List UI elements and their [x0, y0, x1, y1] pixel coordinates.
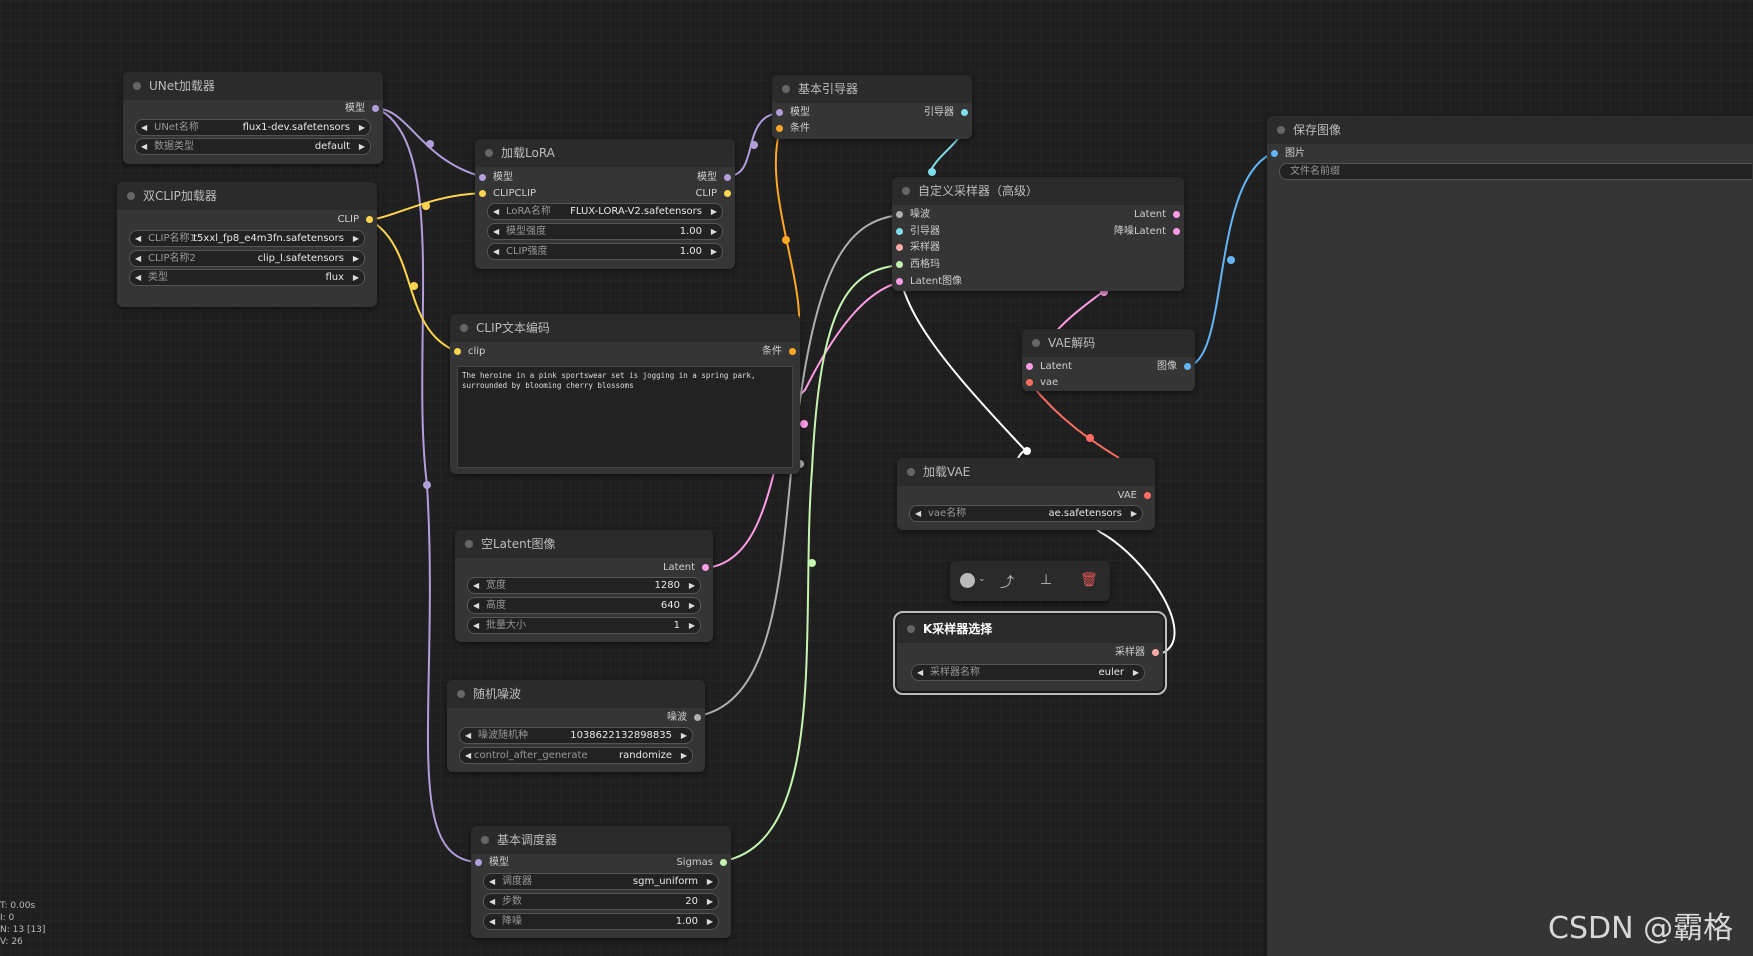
- widget-clip-type[interactable]: ◀ 类型 flux ▶: [129, 269, 365, 286]
- node-title[interactable]: 自定义采样器（高级）: [892, 177, 1184, 205]
- output-sigmas[interactable]: Sigmas: [676, 856, 727, 870]
- node-clip-text-encode[interactable]: CLIP文本编码 clip 条件 The heroine in a pink s…: [450, 314, 800, 474]
- collapse-dot-icon[interactable]: [485, 149, 493, 157]
- node-save-image[interactable]: 保存图像 图片 文件名前缀: [1267, 116, 1753, 956]
- node-load-lora[interactable]: 加载LoRA 模型 CLIPCLIP 模型 CLIP ◀ LoRA名称 FLUX-L…: [475, 139, 735, 269]
- input-guider[interactable]: 引导器: [896, 225, 940, 239]
- prompt-textarea[interactable]: The heroine in a pink sportswear set is …: [457, 366, 793, 468]
- collapse-dot-icon[interactable]: [782, 85, 790, 93]
- input-clip[interactable]: clip: [454, 345, 485, 359]
- output-image[interactable]: 图像: [1157, 360, 1191, 374]
- input-conditioning[interactable]: 条件: [776, 122, 810, 136]
- color-dot-icon[interactable]: [960, 573, 975, 588]
- input-model[interactable]: 模型: [479, 171, 513, 185]
- collapse-dot-icon[interactable]: [907, 468, 915, 476]
- node-title[interactable]: 加载VAE: [897, 458, 1155, 486]
- output-model[interactable]: 模型: [345, 102, 379, 116]
- stat-line: N: 13 [13]: [0, 925, 46, 935]
- input-sigmas[interactable]: 西格玛: [896, 258, 940, 272]
- output-model[interactable]: 模型: [697, 171, 731, 185]
- node-vae-decode[interactable]: VAE解码 Latent vae 图像: [1022, 329, 1195, 391]
- input-latent-image[interactable]: Latent图像: [896, 275, 962, 289]
- widget-steps[interactable]: ◀ 步数 20 ▶: [483, 893, 719, 910]
- collapse-dot-icon[interactable]: [1032, 339, 1040, 347]
- node-empty-latent-image[interactable]: 空Latent图像 Latent ◀ 宽度 1280 ▶ ◀ 高度 640 ▶ ◀ 批量大小 1…: [455, 530, 713, 642]
- input-model[interactable]: 模型: [475, 856, 509, 870]
- node-title[interactable]: 双CLIP加载器: [117, 182, 377, 210]
- widget-vae-name[interactable]: ◀ vae名称 ae.safetensors ▶: [909, 505, 1143, 522]
- collapse-dot-icon[interactable]: [1277, 126, 1285, 134]
- render-stats: T: 0.00s I: 0 N: 13 [13] V: 26: [0, 900, 45, 948]
- bypass-icon[interactable]: ⤴: [1000, 572, 1014, 592]
- widget-control-after-generate[interactable]: ◀ control_after_generate randomize ▶: [459, 747, 693, 764]
- output-clip[interactable]: CLIP: [695, 187, 731, 201]
- widget-noise-seed[interactable]: ◀ 噪波随机种 1038622132898835 ▶: [459, 727, 693, 744]
- output-sampler[interactable]: 采样器: [1115, 646, 1159, 660]
- input-latent[interactable]: Latent: [1026, 360, 1072, 374]
- collapse-dot-icon[interactable]: [902, 187, 910, 195]
- node-load-vae[interactable]: 加载VAE VAE ◀ vae名称 ae.safetensors ▶: [897, 458, 1155, 530]
- widget-dtype[interactable]: ◀ 数据类型 default ▶: [135, 138, 371, 155]
- node-dual-clip-loader[interactable]: 双CLIP加载器 CLIP ◀ CLIP名称1 t5xxl_fp8_e4m3fn.s…: [117, 182, 377, 307]
- collapse-dot-icon[interactable]: [460, 324, 468, 332]
- collapse-dot-icon[interactable]: [127, 192, 135, 200]
- node-title[interactable]: CLIP文本编码: [450, 314, 800, 342]
- node-basic-guider[interactable]: 基本引导器 模型 条件 引导器: [772, 75, 972, 139]
- node-title[interactable]: VAE解码: [1022, 329, 1195, 357]
- stat-line: I: 0: [0, 913, 15, 923]
- collapse-dot-icon[interactable]: [907, 625, 915, 633]
- node-title[interactable]: 保存图像: [1267, 116, 1753, 144]
- node-ksampler-select[interactable]: K采样器选择 采样器 ◀ 采样器名称 euler ▶: [893, 611, 1167, 695]
- widget-model-strength[interactable]: ◀ 模型强度 1.00 ▶: [487, 223, 723, 240]
- input-sampler[interactable]: 采样器: [896, 241, 940, 255]
- stat-line: V: 26: [0, 937, 23, 947]
- input-model[interactable]: 模型: [776, 106, 810, 120]
- node-title[interactable]: 空Latent图像: [455, 530, 713, 558]
- output-noise[interactable]: 噪波: [667, 711, 701, 725]
- node-unet-loader[interactable]: UNet加载器 模型 ◀ UNet名称 flux1-dev.safetensors ▶…: [123, 72, 383, 164]
- input-noise[interactable]: 噪波: [896, 208, 930, 222]
- stat-line: T: 0.00s: [0, 901, 36, 911]
- output-denoised-latent[interactable]: 降噪Latent: [1114, 225, 1180, 239]
- pin-icon[interactable]: ⊥: [1040, 572, 1052, 588]
- collapse-dot-icon[interactable]: [133, 82, 141, 90]
- output-clip[interactable]: CLIP: [337, 213, 373, 227]
- node-title[interactable]: K采样器选择: [897, 615, 1163, 643]
- input-vae[interactable]: vae: [1026, 376, 1058, 390]
- chevron-down-icon[interactable]: ⌄: [978, 574, 986, 584]
- widget-lora-name[interactable]: ◀ LoRA名称 FLUX-LORA-V2.safetensors ▶: [487, 203, 723, 220]
- node-title[interactable]: 加载LoRA: [475, 139, 735, 167]
- collapse-dot-icon[interactable]: [465, 540, 473, 548]
- node-title[interactable]: 基本调度器: [471, 826, 731, 854]
- output-guider[interactable]: 引导器: [924, 106, 968, 120]
- output-conditioning[interactable]: 条件: [762, 345, 796, 359]
- node-custom-sampler-advanced[interactable]: 自定义采样器（高级） 噪波 引导器 采样器 西格玛 Latent图像 Laten…: [892, 177, 1184, 291]
- widget-height[interactable]: ◀ 高度 640 ▶: [467, 597, 701, 614]
- node-title[interactable]: UNet加载器: [123, 72, 383, 100]
- output-latent[interactable]: Latent: [1134, 208, 1180, 222]
- node-random-noise[interactable]: 随机噪波 噪波 ◀ 噪波随机种 1038622132898835 ▶ ◀ control…: [447, 680, 705, 772]
- input-clip[interactable]: CLIPCLIP: [479, 187, 536, 201]
- output-vae[interactable]: VAE: [1118, 489, 1151, 503]
- widget-clip-name2[interactable]: ◀ CLIP名称2 clip_l.safetensors ▶: [129, 250, 365, 267]
- node-title[interactable]: 随机噪波: [447, 680, 705, 708]
- trash-icon[interactable]: 🗑: [1080, 572, 1098, 588]
- widget-sampler-name[interactable]: ◀ 采样器名称 euler ▶: [911, 664, 1145, 681]
- widget-clip-strength[interactable]: ◀ CLIP强度 1.00 ▶: [487, 243, 723, 260]
- widget-batch-size[interactable]: ◀ 批量大小 1 ▶: [467, 617, 701, 634]
- widget-clip-name1[interactable]: ◀ CLIP名称1 t5xxl_fp8_e4m3fn.safetensors ▶: [129, 230, 365, 247]
- collapse-dot-icon[interactable]: [481, 836, 489, 844]
- collapse-dot-icon[interactable]: [457, 690, 465, 698]
- node-toolbar: ⌄ ⤴ ⊥ 🗑: [950, 561, 1110, 601]
- widget-scheduler[interactable]: ◀ 调度器 sgm_uniform ▶: [483, 873, 719, 890]
- node-basic-scheduler[interactable]: 基本调度器 模型 Sigmas ◀ 调度器 sgm_uniform ▶ ◀ 步数 20 ▶ …: [471, 826, 731, 938]
- widget-denoise[interactable]: ◀ 降噪 1.00 ▶: [483, 913, 719, 930]
- watermark: CSDN @霸格: [1548, 911, 1734, 946]
- widget-filename-prefix[interactable]: 文件名前缀: [1279, 163, 1752, 180]
- input-images[interactable]: 图片: [1271, 147, 1305, 161]
- widget-unet-name[interactable]: ◀ UNet名称 flux1-dev.safetensors ▶: [135, 119, 371, 136]
- output-latent[interactable]: Latent: [663, 561, 709, 575]
- node-title[interactable]: 基本引导器: [772, 75, 972, 103]
- widget-width[interactable]: ◀ 宽度 1280 ▶: [467, 577, 701, 594]
